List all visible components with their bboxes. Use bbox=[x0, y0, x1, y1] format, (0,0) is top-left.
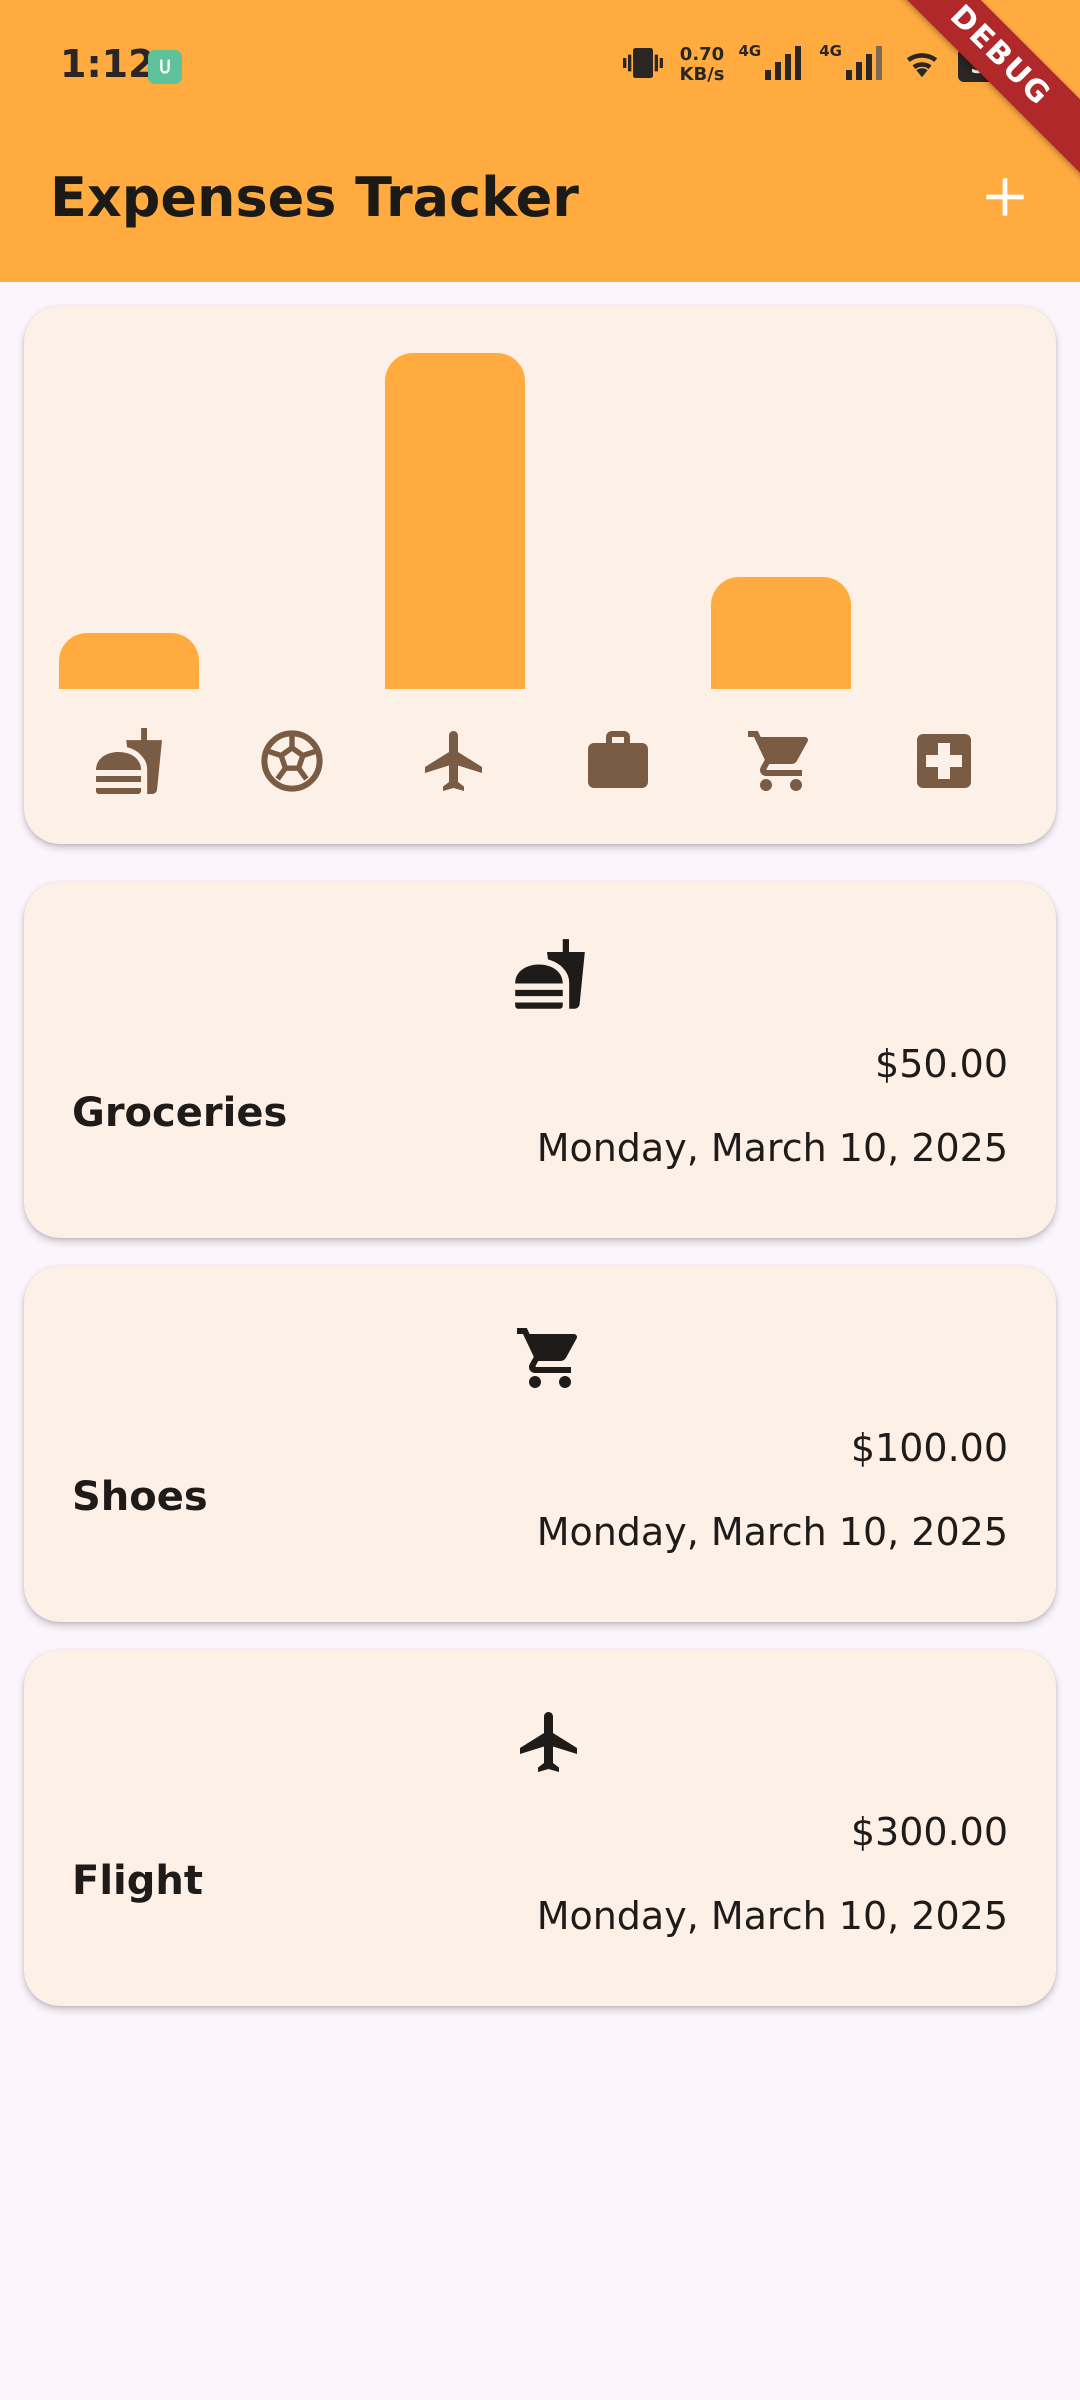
shopping-cart-icon bbox=[741, 721, 821, 801]
expense-date: Monday, March 10, 2025 bbox=[536, 1510, 1008, 1554]
shopping-cart-icon bbox=[510, 1318, 590, 1398]
expense-card[interactable]: $300.00 Flight Monday, March 10, 2025 bbox=[24, 1650, 1056, 2006]
airplane-icon bbox=[510, 1702, 590, 1782]
signal-label-2: 4G bbox=[819, 42, 842, 60]
add-expense-button[interactable] bbox=[970, 162, 1040, 232]
expense-title: Groceries bbox=[72, 1090, 288, 1136]
signal-label-1: 4G bbox=[738, 42, 762, 60]
vibrate-icon bbox=[620, 43, 666, 87]
fastfood-icon bbox=[510, 934, 590, 1014]
debug-banner: DEBUG bbox=[875, 0, 1080, 181]
net-speed-unit: KB/s bbox=[679, 64, 725, 85]
expense-card[interactable]: $50.00 Groceries Monday, March 10, 2025 bbox=[24, 882, 1056, 1238]
plus-icon bbox=[986, 178, 1024, 216]
expense-amount: $50.00 bbox=[875, 1042, 1008, 1086]
chart-bar-shopping bbox=[711, 577, 852, 689]
app-bar: 1:12 0.70 KB/s 4G 4G 50 DEBUG Expenses T… bbox=[0, 0, 1080, 282]
wifi-icon bbox=[900, 44, 944, 86]
cell-signal-icon-2 bbox=[846, 46, 886, 84]
expenses-chart bbox=[24, 306, 1056, 844]
cell-signal-icon bbox=[765, 46, 805, 84]
soccer-ball-icon bbox=[252, 721, 332, 801]
page-title: Expenses Tracker bbox=[50, 166, 579, 229]
expense-amount: $100.00 bbox=[850, 1426, 1008, 1470]
chart-bar-travel bbox=[385, 353, 526, 689]
expense-title: Flight bbox=[72, 1858, 203, 1904]
fastfood-icon bbox=[89, 721, 169, 801]
status-time: 1:12 bbox=[60, 42, 155, 86]
expense-date: Monday, March 10, 2025 bbox=[536, 1894, 1008, 1938]
medical-cross-icon bbox=[904, 721, 984, 801]
expense-title: Shoes bbox=[72, 1474, 208, 1520]
net-speed-value: 0.70 bbox=[679, 44, 725, 65]
expense-date: Monday, March 10, 2025 bbox=[536, 1126, 1008, 1170]
airplane-icon bbox=[415, 721, 495, 801]
chart-bar-food bbox=[59, 633, 199, 689]
notification-app-icon bbox=[148, 50, 182, 84]
expense-card[interactable]: $100.00 Shoes Monday, March 10, 2025 bbox=[24, 1266, 1056, 1622]
expense-amount: $300.00 bbox=[850, 1810, 1008, 1854]
briefcase-icon bbox=[578, 721, 658, 801]
network-speed: 0.70 KB/s bbox=[680, 45, 725, 85]
